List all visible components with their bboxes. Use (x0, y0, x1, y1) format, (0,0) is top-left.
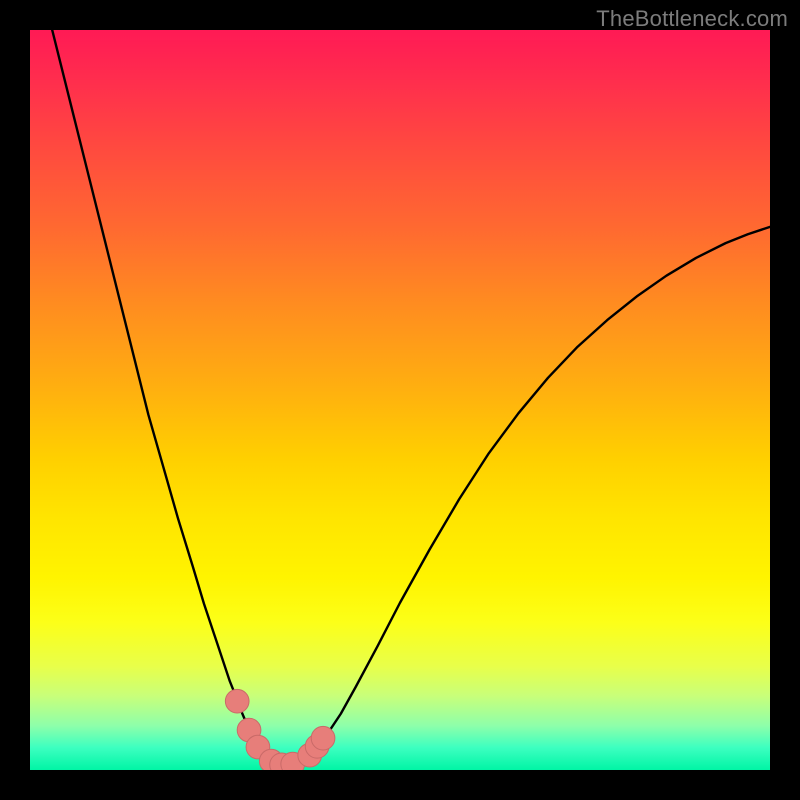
chart-svg (30, 30, 770, 770)
watermark-text: TheBottleneck.com (596, 6, 788, 32)
marker-point-8 (311, 726, 335, 750)
curve-left-curve (52, 30, 280, 765)
chart-markers (225, 689, 335, 770)
marker-point-0 (225, 689, 249, 713)
chart-curves (52, 30, 770, 765)
curve-right-curve (296, 227, 770, 764)
